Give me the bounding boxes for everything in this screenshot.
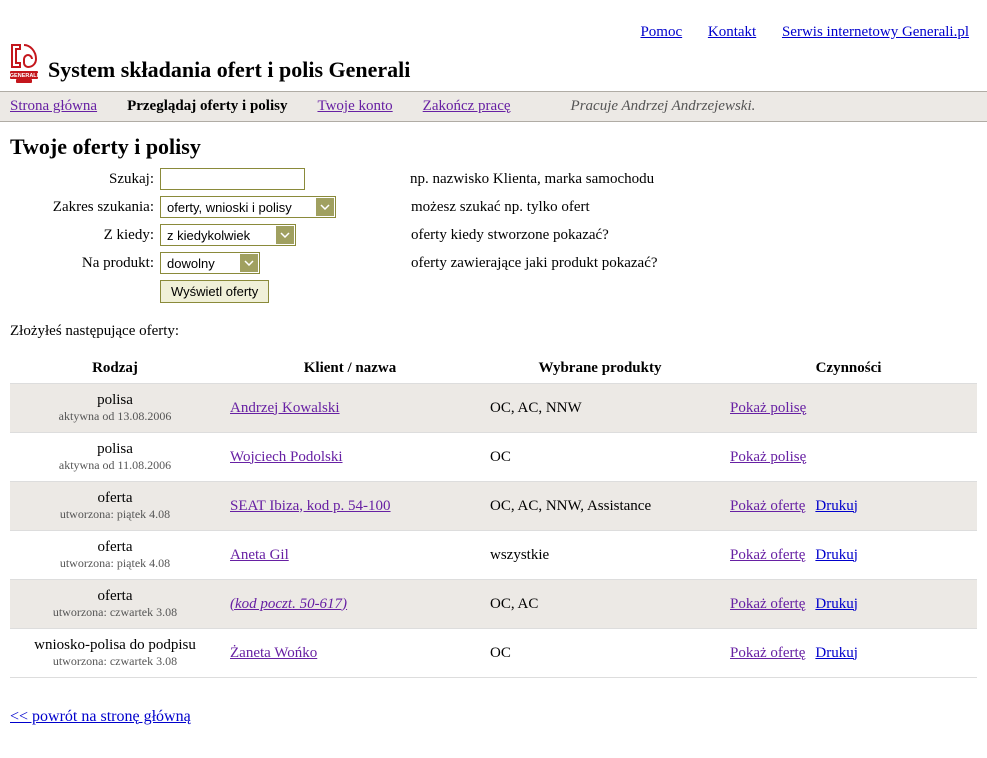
product-select[interactable]: dowolny (160, 252, 260, 274)
cell-products: OC, AC (480, 580, 720, 629)
cell-client: Żaneta Wońko (220, 629, 480, 678)
cell-products: OC (480, 629, 720, 678)
offers-table: Rodzaj Klient / nazwa Wybrane produkty C… (10, 354, 977, 678)
nav-account[interactable]: Twoje konto (317, 98, 392, 115)
help-link[interactable]: Pomoc (640, 24, 682, 40)
table-row: polisaaktywna od 11.08.2006 Wojciech Podo… (10, 433, 977, 482)
scope-hint: możesz szukać np. tylko ofert (411, 199, 590, 216)
cell-kind: polisaaktywna od 13.08.2006 (10, 384, 220, 433)
table-row: ofertautworzona: piątek 4.08 Aneta Gil wsz… (10, 531, 977, 580)
cell-products: OC, AC, NNW, Assistance (480, 482, 720, 531)
cell-client: Aneta Gil (220, 531, 480, 580)
svg-text:GENERALI: GENERALI (10, 73, 39, 79)
show-link[interactable]: Pokaż ofertę (730, 645, 805, 661)
header: GENERALI System składania ofert i polis … (0, 41, 987, 91)
cell-products: OC, AC, NNW (480, 384, 720, 433)
show-link[interactable]: Pokaż ofertę (730, 547, 805, 563)
contact-link[interactable]: Kontakt (708, 24, 756, 40)
print-link[interactable]: Drukuj (815, 645, 858, 661)
website-link[interactable]: Serwis internetowy Generali.pl (782, 24, 969, 40)
nav-home[interactable]: Strona główna (10, 98, 97, 115)
cell-actions: Pokaż ofertę Drukuj (720, 482, 977, 531)
client-link[interactable]: (kod poczt. 50-617) (230, 596, 347, 612)
show-link[interactable]: Pokaż ofertę (730, 498, 805, 514)
th-client: Klient / nazwa (220, 354, 480, 384)
cell-actions: Pokaż ofertę Drukuj (720, 580, 977, 629)
cell-products: wszystkie (480, 531, 720, 580)
cell-products: OC (480, 433, 720, 482)
cell-kind: ofertautworzona: piątek 4.08 (10, 482, 220, 531)
scope-select[interactable]: oferty, wnioski i polisy (160, 196, 336, 218)
search-form: Szukaj: np. nazwisko Klienta, marka samo… (10, 168, 977, 303)
submit-button[interactable]: Wyświetl oferty (160, 280, 269, 303)
cell-actions: Pokaż ofertę Drukuj (720, 629, 977, 678)
product-hint: oferty zawierające jaki produkt pokazać? (411, 255, 658, 272)
when-label: Z kiedy: (10, 227, 160, 244)
search-input[interactable] (160, 168, 305, 190)
chevron-down-icon (240, 254, 258, 272)
nav-user-status: Pracuje Andrzej Andrzejewski. (571, 98, 756, 115)
scope-label: Zakres szukania: (10, 199, 160, 216)
cell-kind: ofertautworzona: czwartek 3.08 (10, 580, 220, 629)
client-link[interactable]: Wojciech Podolski (230, 449, 343, 465)
cell-client: (kod poczt. 50-617) (220, 580, 480, 629)
cell-kind: wniosko-polisa do podpisuutworzona: czwa… (10, 629, 220, 678)
generali-logo-icon: GENERALI (6, 41, 42, 85)
top-links: Pomoc Kontakt Serwis internetowy General… (0, 4, 987, 41)
intro-text: Złożyłeś następujące oferty: (10, 323, 977, 340)
nav-logout[interactable]: Zakończ pracę (423, 98, 511, 115)
back-link[interactable]: << powrót na stronę główną (10, 708, 191, 725)
page-title: System składania ofert i polis Generali (48, 57, 410, 85)
search-label: Szukaj: (10, 171, 160, 188)
table-row: ofertautworzona: piątek 4.08 SEAT Ibiza, … (10, 482, 977, 531)
nav-browse[interactable]: Przeglądaj oferty i polisy (127, 98, 287, 115)
cell-kind: ofertautworzona: piątek 4.08 (10, 531, 220, 580)
search-hint: np. nazwisko Klienta, marka samochodu (410, 171, 654, 188)
cell-client: Andrzej Kowalski (220, 384, 480, 433)
cell-actions: Pokaż polisę (720, 384, 977, 433)
table-row: polisaaktywna od 13.08.2006 Andrzej Kowal… (10, 384, 977, 433)
client-link[interactable]: Andrzej Kowalski (230, 400, 340, 416)
print-link[interactable]: Drukuj (815, 498, 858, 514)
when-hint: oferty kiedy stworzone pokazać? (411, 227, 609, 244)
chevron-down-icon (316, 198, 334, 216)
client-link[interactable]: SEAT Ibiza, kod p. 54-100 (230, 498, 391, 514)
cell-kind: polisaaktywna od 11.08.2006 (10, 433, 220, 482)
th-kind: Rodzaj (10, 354, 220, 384)
when-select[interactable]: z kiedykolwiek (160, 224, 296, 246)
client-link[interactable]: Aneta Gil (230, 547, 289, 563)
show-link[interactable]: Pokaż polisę (730, 400, 806, 416)
print-link[interactable]: Drukuj (815, 596, 858, 612)
table-row: wniosko-polisa do podpisuutworzona: czwa… (10, 629, 977, 678)
product-label: Na produkt: (10, 255, 160, 272)
th-products: Wybrane produkty (480, 354, 720, 384)
show-link[interactable]: Pokaż polisę (730, 449, 806, 465)
cell-client: SEAT Ibiza, kod p. 54-100 (220, 482, 480, 531)
cell-actions: Pokaż polisę (720, 433, 977, 482)
cell-actions: Pokaż ofertę Drukuj (720, 531, 977, 580)
nav-bar: Strona główna Przeglądaj oferty i polisy… (0, 91, 987, 122)
client-link[interactable]: Żaneta Wońko (230, 645, 317, 661)
cell-client: Wojciech Podolski (220, 433, 480, 482)
table-row: ofertautworzona: czwartek 3.08 (kod poczt… (10, 580, 977, 629)
page-heading: Twoje oferty i polisy (10, 134, 977, 160)
print-link[interactable]: Drukuj (815, 547, 858, 563)
show-link[interactable]: Pokaż ofertę (730, 596, 805, 612)
th-actions: Czynności (720, 354, 977, 384)
back-link-wrap: << powrót na stronę główną (10, 708, 977, 726)
chevron-down-icon (276, 226, 294, 244)
